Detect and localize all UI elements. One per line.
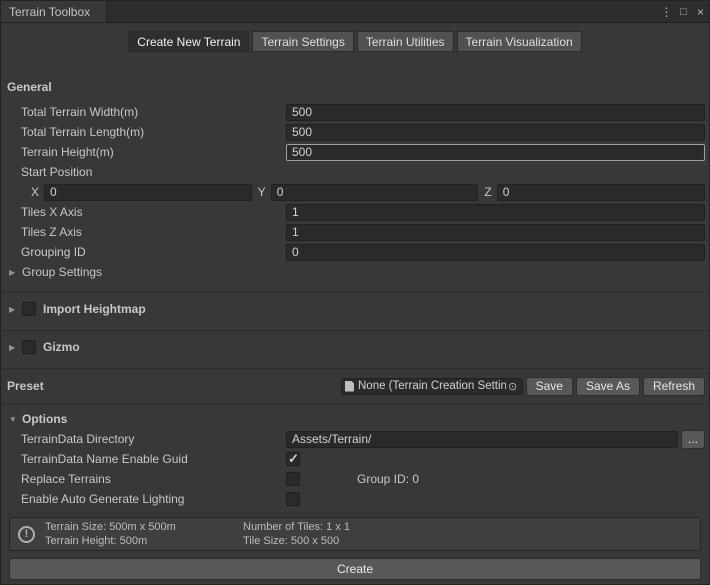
y-axis-label: Y — [258, 185, 266, 199]
kebab-menu-icon[interactable]: ⋮ — [658, 1, 675, 22]
tab-terrain-utilities[interactable]: Terrain Utilities — [357, 31, 454, 52]
gizmo-foldout[interactable]: Gizmo — [1, 336, 709, 358]
options-header-label: Options — [22, 412, 67, 426]
close-icon[interactable]: × — [692, 1, 709, 22]
preset-label: Preset — [7, 379, 338, 393]
z-position-input[interactable] — [497, 184, 705, 201]
foldout-collapsed-arrow-icon — [9, 268, 22, 277]
x-axis-group: X — [31, 184, 252, 201]
start-position-row: Start Position — [1, 162, 709, 182]
auto-generate-lighting-label: Enable Auto Generate Lighting — [21, 492, 286, 506]
gizmo-label: Gizmo — [43, 340, 80, 354]
total-terrain-width-label: Total Terrain Width(m) — [21, 105, 286, 119]
start-position-label: Start Position — [21, 165, 286, 179]
foldout-collapsed-arrow-icon — [9, 343, 22, 352]
gizmo-section: Gizmo — [1, 330, 709, 358]
titlebar-spacer — [107, 1, 658, 22]
x-axis-label: X — [31, 185, 39, 199]
replace-terrains-label: Replace Terrains — [21, 472, 286, 486]
y-position-input[interactable] — [271, 184, 479, 201]
preset-object-value: None (Terrain Creation Setting — [358, 380, 506, 392]
group-settings-foldout[interactable]: Group Settings — [1, 262, 709, 282]
terrain-info-helpbox: ! Terrain Size: 500m x 500m Terrain Heig… — [9, 517, 701, 551]
auto-generate-lighting-checkbox[interactable] — [286, 492, 300, 506]
z-axis-label: Z — [484, 185, 491, 199]
object-picker-icon[interactable]: ⊙ — [506, 380, 520, 393]
total-terrain-width-input[interactable] — [286, 104, 705, 121]
tiles-x-axis-label: Tiles X Axis — [21, 205, 286, 219]
gizmo-checkbox[interactable] — [22, 340, 36, 354]
start-position-xyz-row: X Y Z — [1, 182, 709, 202]
tiles-z-axis-input[interactable] — [286, 224, 705, 241]
window-title: Terrain Toolbox — [9, 5, 90, 19]
refresh-button[interactable]: Refresh — [643, 377, 705, 396]
terrain-size-text: Terrain Size: 500m x 500m — [45, 520, 233, 534]
maximize-icon[interactable]: □ — [675, 1, 692, 22]
tab-create-new-terrain[interactable]: Create New Terrain — [128, 31, 249, 52]
group-settings-label: Group Settings — [22, 265, 102, 279]
titlebar: Terrain Toolbox ⋮ □ × — [1, 1, 709, 23]
tiles-z-axis-row: Tiles Z Axis — [1, 222, 709, 242]
terrain-height-label: Terrain Height(m) — [21, 145, 286, 159]
terraindata-directory-label: TerrainData Directory — [21, 432, 286, 446]
import-heightmap-checkbox[interactable] — [22, 302, 36, 316]
options-foldout[interactable]: Options — [1, 409, 709, 429]
terrain-size-info: Terrain Size: 500m x 500m Terrain Height… — [45, 520, 233, 548]
terraindata-directory-row: TerrainData Directory ... — [1, 429, 709, 449]
tiles-x-axis-row: Tiles X Axis — [1, 202, 709, 222]
tab-terrain-settings[interactable]: Terrain Settings — [252, 31, 353, 52]
tiles-z-axis-label: Tiles Z Axis — [21, 225, 286, 239]
terraindata-name-guid-label: TerrainData Name Enable Guid — [21, 452, 286, 466]
foldout-expanded-arrow-icon — [9, 415, 22, 424]
auto-generate-lighting-row: Enable Auto Generate Lighting — [1, 489, 709, 509]
total-terrain-length-input[interactable] — [286, 124, 705, 141]
terrain-height-input[interactable] — [286, 144, 705, 161]
y-axis-group: Y — [258, 184, 479, 201]
total-terrain-length-label: Total Terrain Length(m) — [21, 125, 286, 139]
tile-info: Number of Tiles: 1 x 1 Tile Size: 500 x … — [243, 520, 350, 548]
terraindata-name-guid-checkbox[interactable] — [286, 452, 300, 466]
terraindata-directory-input[interactable] — [286, 431, 678, 448]
import-heightmap-label: Import Heightmap — [43, 302, 146, 316]
total-terrain-length-row: Total Terrain Length(m) — [1, 122, 709, 142]
options-section: Options TerrainData Directory ... Terrai… — [1, 404, 709, 509]
browse-directory-button[interactable]: ... — [681, 430, 705, 449]
import-heightmap-foldout[interactable]: Import Heightmap — [1, 298, 709, 320]
preset-row: Preset None (Terrain Creation Setting ⊙ … — [1, 376, 709, 396]
terrain-height-row: Terrain Height(m) — [1, 142, 709, 162]
info-icon: ! — [18, 526, 35, 543]
tile-size-text: Tile Size: 500 x 500 — [243, 534, 350, 548]
tab-bar: Create New Terrain Terrain Settings Terr… — [1, 31, 709, 52]
terrain-height-text: Terrain Height: 500m — [45, 534, 233, 548]
grouping-id-label: Grouping ID — [21, 245, 286, 259]
grouping-id-input[interactable] — [286, 244, 705, 261]
tab-terrain-visualization[interactable]: Terrain Visualization — [457, 31, 582, 52]
window-tab[interactable]: Terrain Toolbox — [1, 1, 107, 22]
save-as-button[interactable]: Save As — [576, 377, 640, 396]
z-axis-group: Z — [484, 184, 705, 201]
terraindata-name-guid-row: TerrainData Name Enable Guid — [1, 449, 709, 469]
group-id-text: Group ID: 0 — [357, 472, 419, 486]
preset-object-field[interactable]: None (Terrain Creation Setting ⊙ — [341, 378, 523, 395]
create-button[interactable]: Create — [9, 558, 701, 580]
replace-terrains-checkbox[interactable] — [286, 472, 300, 486]
terrain-toolbox-window: Terrain Toolbox ⋮ □ × Create New Terrain… — [0, 0, 710, 585]
tiles-x-axis-input[interactable] — [286, 204, 705, 221]
x-position-input[interactable] — [44, 184, 252, 201]
general-section-header: General — [1, 52, 709, 102]
import-heightmap-section: Import Heightmap — [1, 292, 709, 320]
number-of-tiles-text: Number of Tiles: 1 x 1 — [243, 520, 350, 534]
foldout-collapsed-arrow-icon — [9, 305, 22, 314]
total-terrain-width-row: Total Terrain Width(m) — [1, 102, 709, 122]
preset-section: Preset None (Terrain Creation Setting ⊙ … — [1, 368, 709, 396]
save-button[interactable]: Save — [526, 377, 573, 396]
replace-terrains-row: Replace Terrains Group ID: 0 — [1, 469, 709, 489]
grouping-id-row: Grouping ID — [1, 242, 709, 262]
scriptable-object-icon — [345, 381, 354, 392]
